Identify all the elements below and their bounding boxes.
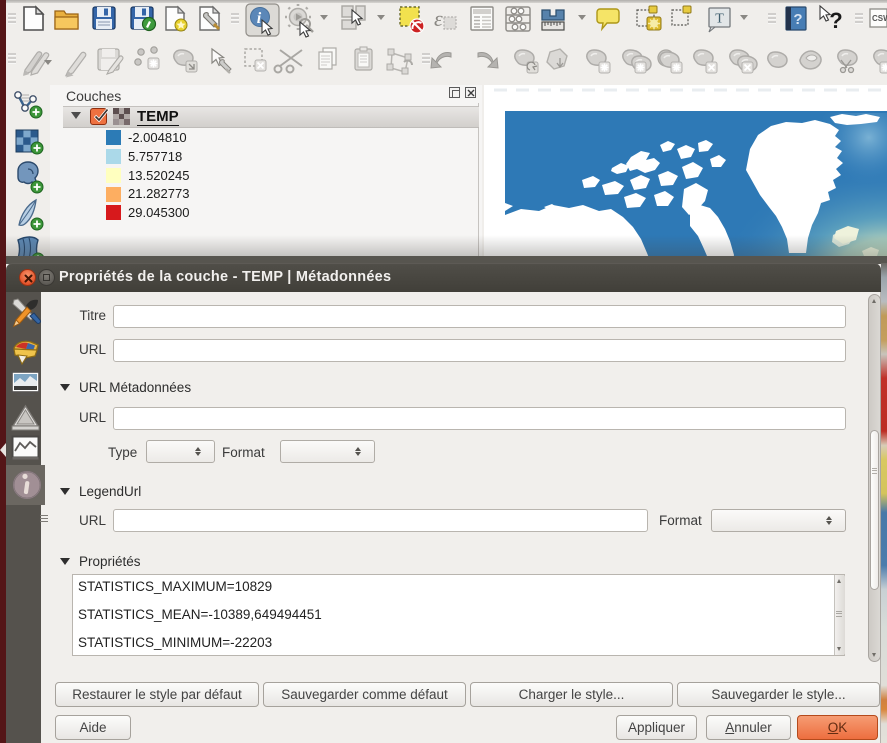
svg-text:?: ?	[829, 8, 842, 33]
svg-text:i: i	[257, 10, 262, 27]
svg-text:?: ?	[793, 11, 802, 28]
svg-text:ε: ε	[434, 6, 443, 31]
svg-text:CSW: CSW	[872, 14, 887, 23]
svg-text:T: T	[715, 12, 724, 27]
